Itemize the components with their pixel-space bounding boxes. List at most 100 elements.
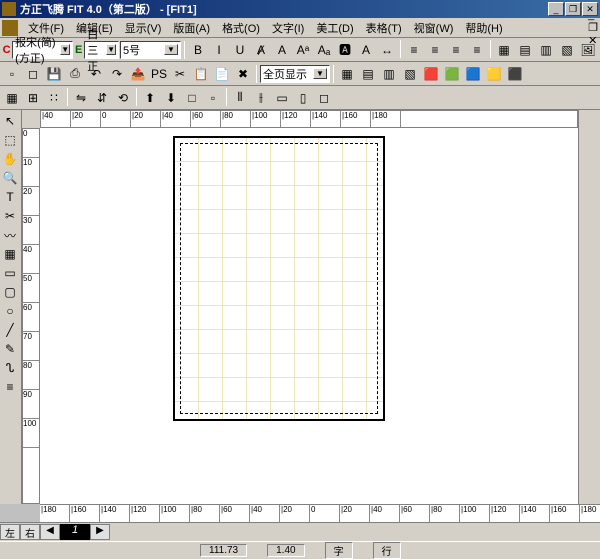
grid3[interactable]: ▥ [536, 40, 556, 60]
img[interactable]: 🖼 [578, 40, 598, 60]
free-tool[interactable]: ᔐ [1, 359, 19, 377]
align3[interactable]: ◻ [314, 88, 334, 108]
page-prev[interactable]: ◀ [40, 524, 60, 540]
saveall-icon[interactable]: ⎙ [65, 64, 85, 84]
grid4[interactable]: ▧ [557, 40, 577, 60]
curve-tool[interactable]: 〰 [1, 226, 19, 244]
color3[interactable]: 🟦 [463, 64, 483, 84]
text-tool[interactable]: T [1, 188, 19, 206]
strike[interactable]: Ⱥ [251, 40, 271, 60]
max-button[interactable]: ❐ [565, 2, 581, 16]
dist-h[interactable]: ⫴ [230, 88, 250, 108]
menu-文字(I)[interactable]: 文字(I) [266, 18, 310, 38]
para-tool[interactable]: ≡ [1, 378, 19, 396]
grid-a[interactable]: ▦ [337, 64, 357, 84]
doc-max-button[interactable]: ❐ [588, 21, 598, 34]
flip-v[interactable]: ⇵ [92, 88, 112, 108]
size-combo[interactable]: 5号▼ [120, 41, 181, 59]
underline[interactable]: U [230, 40, 250, 60]
align-l[interactable]: ≡ [404, 40, 424, 60]
line-tool[interactable]: ╱ [1, 321, 19, 339]
pen-tool[interactable]: ✎ [1, 340, 19, 358]
menu-显示(V)[interactable]: 显示(V) [119, 18, 168, 38]
save-icon[interactable]: 💾 [44, 64, 64, 84]
menu-表格(T)[interactable]: 表格(T) [360, 18, 408, 38]
doc-min-button[interactable]: _ [588, 9, 598, 21]
tool-palette: ↖⬚✋🔍T✂〰▦▭▢○╱✎ᔐ≡ [0, 110, 22, 504]
zoom-combo[interactable]: 全页显示▼ [260, 65, 330, 83]
new-icon[interactable]: ▫ [2, 64, 22, 84]
delete-icon[interactable]: ✖ [233, 64, 253, 84]
export-icon[interactable]: 📤 [128, 64, 148, 84]
paste-icon[interactable]: 📄 [212, 64, 232, 84]
align2[interactable]: ▯ [293, 88, 313, 108]
rect-tool[interactable]: ▭ [1, 264, 19, 282]
grid-b[interactable]: ▤ [358, 64, 378, 84]
color1[interactable]: 🟥 [421, 64, 441, 84]
font1-combo[interactable]: 报宋(简)(方正)▼ [12, 41, 73, 59]
page-right[interactable]: 右 [20, 524, 40, 540]
page[interactable] [173, 136, 385, 421]
zoom-tool[interactable]: 🔍 [1, 169, 19, 187]
grid2[interactable]: ▤ [515, 40, 535, 60]
snap[interactable]: ⊞ [23, 88, 43, 108]
spacing[interactable]: ↔ [377, 40, 397, 60]
ungroup[interactable]: ▫ [203, 88, 223, 108]
main-toolbar: ▫◻💾⎙↶↷📤PS✂📋📄✖ 全页显示▼ ▦▤▥▧🟥🟩🟦🟨⬛ [0, 62, 600, 86]
sub[interactable]: Aₐ [314, 40, 334, 60]
copy-icon[interactable]: 📋 [191, 64, 211, 84]
align-r[interactable]: ≡ [446, 40, 466, 60]
grid-c[interactable]: ▥ [379, 64, 399, 84]
layer-dn[interactable]: ⬇ [161, 88, 181, 108]
ps-icon[interactable]: PS [149, 64, 169, 84]
open-icon[interactable]: ◻ [23, 64, 43, 84]
cut-icon[interactable]: ✂ [170, 64, 190, 84]
menu-美工(D)[interactable]: 美工(D) [310, 18, 359, 38]
color2[interactable]: 🟩 [442, 64, 462, 84]
pan-tool[interactable]: ✋ [1, 150, 19, 168]
select-tool[interactable]: ⬚ [1, 131, 19, 149]
color4[interactable]: 🟨 [484, 64, 504, 84]
box-a[interactable]: 🅰 [335, 40, 355, 60]
dist-v[interactable]: ⫲ [251, 88, 271, 108]
align-j[interactable]: ≡ [467, 40, 487, 60]
crop-tool[interactable]: ✂ [1, 207, 19, 225]
min-button[interactable]: _ [548, 2, 564, 16]
italic[interactable]: I [209, 40, 229, 60]
grid[interactable]: ▦ [2, 88, 22, 108]
layer-up[interactable]: ⬆ [140, 88, 160, 108]
align-c[interactable]: ≡ [425, 40, 445, 60]
flip-h[interactable]: ⇋ [71, 88, 91, 108]
align1[interactable]: ▭ [272, 88, 292, 108]
ellipse-tool[interactable]: ○ [1, 302, 19, 320]
inv-a[interactable]: A [356, 40, 376, 60]
menu-帮助(H)[interactable]: 帮助(H) [459, 18, 508, 38]
group[interactable]: □ [182, 88, 202, 108]
h-ruler: |40|200|20|40|60|80|100|120|140|160|180 [40, 110, 578, 128]
redo-icon[interactable]: ↷ [107, 64, 127, 84]
status-unit: 字 [325, 542, 353, 559]
menu-视窗(W)[interactable]: 视窗(W) [408, 18, 460, 38]
rotate[interactable]: ⟲ [113, 88, 133, 108]
table-tool[interactable]: ▦ [1, 245, 19, 263]
super[interactable]: Aᵃ [293, 40, 313, 60]
roundrect-tool[interactable]: ▢ [1, 283, 19, 301]
color5[interactable]: ⬛ [505, 64, 525, 84]
font2-combo[interactable]: 白三正▼ [84, 41, 119, 59]
canvas[interactable] [40, 128, 578, 504]
page-left[interactable]: 左 [0, 524, 20, 540]
guides[interactable]: ∷ [44, 88, 64, 108]
outline[interactable]: A [272, 40, 292, 60]
menu-版面(A)[interactable]: 版面(A) [167, 18, 216, 38]
grid-d[interactable]: ▧ [400, 64, 420, 84]
pointer-tool[interactable]: ↖ [1, 112, 19, 130]
bold[interactable]: B [188, 40, 208, 60]
status-x: 111.73 [200, 544, 247, 557]
v-ruler: 0102030405060708090100 [22, 128, 40, 504]
eng-badge: E [74, 44, 83, 56]
page-next[interactable]: ▶ [90, 524, 110, 540]
undo-icon[interactable]: ↶ [86, 64, 106, 84]
grid1[interactable]: ▦ [494, 40, 514, 60]
menu-格式(O)[interactable]: 格式(O) [216, 18, 266, 38]
status-mode: 行 [373, 542, 401, 559]
